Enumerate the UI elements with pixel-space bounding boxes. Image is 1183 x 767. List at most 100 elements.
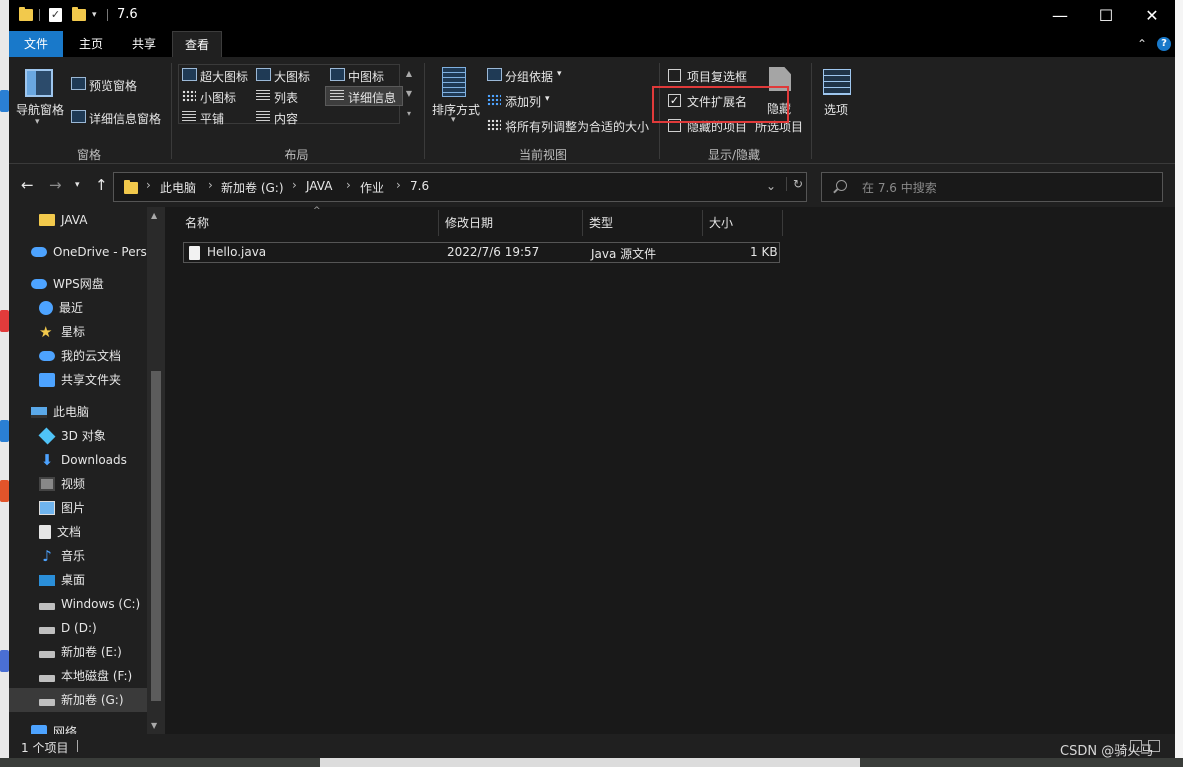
breadcrumb-7-6[interactable]: 7.6 [410, 179, 429, 193]
customize-quick-access-icon[interactable]: ▾ [92, 7, 97, 23]
recent-locations-chevron-icon[interactable]: ▾ [75, 180, 80, 190]
file-name[interactable]: Hello.java [207, 245, 266, 259]
forward-arrow-icon[interactable]: → [49, 176, 62, 194]
chevron-right-icon[interactable]: › [292, 178, 297, 192]
refresh-icon[interactable]: ↻ [786, 177, 803, 191]
nav-item-3d-objects[interactable]: 3D 对象 [38, 424, 106, 448]
nav-item-videos[interactable]: 视频 [39, 472, 85, 496]
layout-tiles[interactable]: 平铺 [200, 110, 224, 127]
nav-item-onedrive[interactable]: OneDrive - Perso [31, 240, 154, 264]
layout-list[interactable]: 列表 [274, 89, 298, 106]
nav-item-downloads[interactable]: ⬇ Downloads [39, 448, 127, 472]
layout-extra-large-icons[interactable]: 超大图标 [200, 68, 248, 85]
nav-item-drive-f[interactable]: 本地磁盘 (F:) [39, 664, 132, 688]
navigation-pane: JAVA OneDrive - Perso WPS网盘 最近 ★ 星标 我的云文档… [9, 207, 165, 734]
desktop-icon [39, 574, 55, 586]
collapse-ribbon-icon[interactable]: ⌃ [1137, 37, 1147, 51]
nav-item-music[interactable]: ♪ 音乐 [39, 544, 85, 568]
minimize-button[interactable]: — [1037, 0, 1083, 31]
new-folder-icon[interactable] [72, 7, 86, 23]
details-pane-icon[interactable] [71, 110, 86, 123]
nav-item-network[interactable]: 网络 [31, 720, 77, 734]
column-header-name[interactable]: 名称 [179, 210, 439, 236]
chevron-down-icon[interactable]: ▾ [557, 69, 562, 79]
preview-pane-button[interactable]: 预览窗格 [89, 77, 137, 94]
scroll-down-icon[interactable]: ▼ [151, 721, 157, 730]
tab-file[interactable]: 文件 [9, 31, 63, 57]
options-icon[interactable] [823, 69, 851, 95]
small-icons-icon [182, 90, 196, 102]
layout-gallery-scroll[interactable]: ▲ ▼ ▾ [403, 64, 415, 124]
details-pane-button[interactable]: 详细信息窗格 [89, 110, 161, 127]
column-header-date-modified[interactable]: 修改日期 [439, 210, 583, 236]
chevron-down-icon[interactable]: ▾ [545, 94, 550, 104]
group-by-button[interactable]: 分组依据 [505, 68, 553, 85]
tab-view[interactable]: 查看 [172, 31, 222, 57]
options-button[interactable]: 选项 [824, 101, 848, 118]
breadcrumb-java[interactable]: JAVA [306, 179, 332, 193]
preview-pane-icon[interactable] [71, 77, 86, 90]
help-icon[interactable]: ? [1157, 37, 1171, 51]
address-bar[interactable]: › 此电脑 › 新加卷 (G:) › JAVA › 作业 › 7.6 ⌄ ↻ [113, 172, 807, 202]
cube-icon [38, 427, 56, 445]
breadcrumb-drive-g[interactable]: 新加卷 (G:) [221, 179, 284, 196]
nav-pane-scrollbar[interactable]: ▲ ▼ [147, 207, 165, 734]
nav-item-java[interactable]: JAVA [39, 208, 87, 232]
back-arrow-icon[interactable]: ← [21, 176, 34, 194]
title-bar: ✓ ▾ 7.6 — ☐ ✕ [9, 0, 1175, 31]
chevron-down-icon[interactable]: ▾ [35, 117, 40, 127]
navigation-pane-button[interactable]: 导航窗格 [16, 101, 64, 118]
nav-item-wps-cloud[interactable]: WPS网盘 [31, 272, 104, 296]
properties-icon[interactable]: ✓ [49, 7, 62, 23]
nav-item-this-pc[interactable]: 此电脑 [31, 400, 89, 424]
nav-item-cloud-docs[interactable]: 我的云文档 [39, 344, 121, 368]
sort-by-button[interactable]: 排序方式 [432, 101, 480, 118]
chevron-down-icon[interactable]: ▾ [451, 115, 456, 125]
wps-cloud-icon [31, 279, 47, 289]
nav-item-drive-d[interactable]: D (D:) [39, 616, 97, 640]
size-all-columns-button[interactable]: 将所有列调整为合适的大小 [505, 118, 649, 135]
group-label-current-view: 当前视图 [518, 148, 567, 162]
scroll-up-icon[interactable]: ▲ [151, 211, 157, 220]
file-explorer-window: ✓ ▾ 7.6 — ☐ ✕ 文件 主页 共享 查看 ⌃ ? 导航窗格 ▾ 预览窗… [9, 0, 1175, 758]
nav-item-starred[interactable]: ★ 星标 [39, 320, 85, 344]
close-button[interactable]: ✕ [1129, 0, 1175, 31]
search-box[interactable]: 在 7.6 中搜索 [821, 172, 1163, 202]
nav-item-documents[interactable]: 文档 [39, 520, 81, 544]
nav-item-shared-folder[interactable]: 共享文件夹 [39, 368, 121, 392]
layout-content[interactable]: 内容 [274, 110, 298, 127]
nav-item-recent[interactable]: 最近 [39, 296, 83, 320]
nav-item-pictures[interactable]: 图片 [39, 496, 85, 520]
layout-small-icons[interactable]: 小图标 [200, 89, 236, 106]
item-checkboxes-checkbox[interactable] [668, 69, 681, 82]
chevron-right-icon[interactable]: › [208, 178, 213, 192]
nav-item-drive-g[interactable]: 新加卷 (G:) [39, 688, 124, 712]
search-placeholder[interactable]: 在 7.6 中搜索 [862, 179, 937, 196]
chevron-right-icon[interactable]: › [346, 178, 351, 192]
breadcrumb-homework[interactable]: 作业 [360, 179, 384, 196]
drive-icon [39, 699, 55, 706]
column-header-type[interactable]: 类型 [583, 210, 703, 236]
tab-home[interactable]: 主页 [66, 31, 116, 57]
maximize-button[interactable]: ☐ [1083, 0, 1129, 31]
nav-item-drive-e[interactable]: 新加卷 (E:) [39, 640, 122, 664]
sort-by-icon[interactable] [442, 67, 466, 97]
tab-share[interactable]: 共享 [119, 31, 169, 57]
item-checkboxes-label[interactable]: 项目复选框 [687, 68, 747, 85]
scrollbar-thumb[interactable] [151, 371, 161, 701]
nav-item-desktop[interactable]: 桌面 [39, 568, 85, 592]
chevron-right-icon[interactable]: › [396, 178, 401, 192]
address-dropdown-icon[interactable]: ⌄ [766, 179, 776, 193]
file-row[interactable]: Hello.java 2022/7/6 19:57 Java 源文件 1 KB [183, 242, 780, 263]
layout-details[interactable]: 详细信息 [348, 89, 396, 106]
add-columns-button[interactable]: 添加列 [505, 93, 541, 110]
column-header-size[interactable]: 大小 [703, 210, 783, 236]
nav-item-drive-c[interactable]: Windows (C:) [39, 592, 140, 616]
layout-large-icons[interactable]: 大图标 [274, 68, 310, 85]
file-type: Java 源文件 [591, 247, 657, 261]
layout-medium-icons[interactable]: 中图标 [348, 68, 384, 85]
breadcrumb-this-pc[interactable]: 此电脑 [160, 179, 196, 196]
up-arrow-icon[interactable]: ↑ [95, 176, 108, 194]
navigation-pane-icon[interactable] [25, 69, 53, 97]
chevron-right-icon[interactable]: › [146, 178, 151, 192]
